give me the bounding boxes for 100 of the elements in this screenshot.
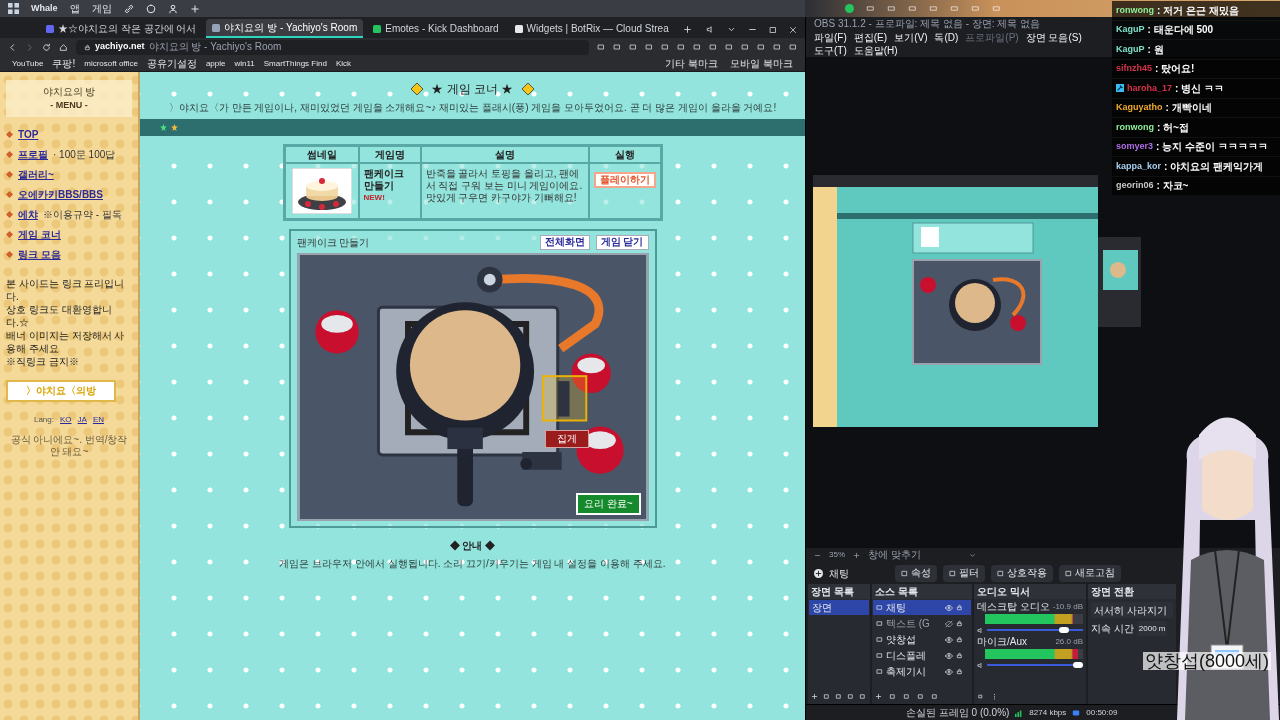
eye-icon[interactable] [945, 667, 953, 676]
chat-username: ronwong [1116, 120, 1154, 134]
taskbar-item[interactable]: 게임 [91, 3, 112, 14]
menu-link[interactable]: 에챠 [18, 207, 38, 222]
selected-source-name: 채팅 [829, 566, 850, 581]
menu-item[interactable]: 파일(F) [814, 31, 847, 44]
transition-select[interactable]: 서서히 사라지기 [1091, 602, 1173, 618]
back-icon[interactable] [8, 42, 17, 52]
add-icon[interactable] [811, 693, 818, 700]
slider-thumb[interactable] [1073, 662, 1083, 668]
panel-button[interactable]: 게임 닫기 [595, 234, 649, 250]
bookmark-link[interactable]: Kick [335, 59, 352, 68]
speaker-icon[interactable] [977, 661, 984, 669]
page-intro: 〉야치요〈가 만든 게임이나, 재미있었던 게임을 소개해요~♪ 재미있는 플래시(풍) 게임을 모아두었어요. 곧 더 많은 게임이 올라올 거예요! [167, 101, 778, 114]
bookmark-folder[interactable]: 기타 북마크 [665, 58, 719, 69]
bookmark-link[interactable]: YouTube [12, 59, 44, 68]
clock-icon[interactable] [145, 3, 156, 14]
menu-item[interactable]: 장면 모음(S) [1025, 31, 1082, 44]
lock-icon[interactable] [956, 668, 963, 675]
toolbar-button[interactable]: 필터 [943, 564, 985, 582]
globe-icon [814, 568, 823, 578]
lang-link[interactable]: JA [77, 413, 87, 426]
avatar-caption: 얏창섭(8000세) [1143, 652, 1272, 670]
chevron-down-icon[interactable] [727, 25, 736, 34]
update-icon[interactable] [845, 4, 854, 13]
new-tab-icon[interactable] [682, 25, 692, 34]
menu-link[interactable]: 갤러리~ [18, 167, 54, 182]
browser-tab[interactable]: Emotes - Kick Dashboard [367, 19, 505, 38]
address-field[interactable]: yachiyo.net 야치요의 방 - Yachiyo's Room [76, 39, 589, 55]
duration-field[interactable]: 2000 m [1136, 621, 1168, 636]
source-item[interactable]: 축제기시 [873, 664, 971, 679]
lock-icon[interactable] [956, 604, 963, 611]
browser-tab[interactable]: Widgets | BotRix — Cloud Strea [508, 19, 675, 38]
source-item[interactable]: 채팅 [873, 600, 971, 615]
bookmark-link[interactable]: 공유기설정 [146, 58, 197, 69]
bookmark-link[interactable]: microsoft office [84, 59, 138, 68]
lang-link[interactable]: EN [92, 413, 105, 426]
source-item[interactable]: 디스플레 [873, 648, 971, 663]
maximize-icon[interactable] [769, 25, 777, 34]
star-icon [171, 124, 178, 131]
url-domain: yachiyo.net [95, 40, 145, 54]
menu-link[interactable]: TOP [18, 127, 39, 142]
menu-link[interactable]: 오에카키BBS/BBS [18, 187, 103, 202]
chat-username: Kaguyatho [1116, 101, 1163, 114]
add-icon[interactable] [875, 693, 882, 700]
source-item[interactable]: 얏창섭 [873, 632, 971, 647]
toolbar-button[interactable]: 상호작용 [991, 564, 1053, 582]
menu-item[interactable]: 독(D) [934, 31, 959, 44]
menu-link[interactable]: 프로필 [18, 147, 48, 162]
diamond-icon [6, 171, 13, 178]
user-icon[interactable] [167, 3, 178, 14]
source-name: 디스플레 [886, 649, 927, 663]
menu-item[interactable]: 도구(T) [814, 44, 847, 57]
lock-icon[interactable] [956, 636, 963, 643]
menu-item[interactable]: 도움말(H) [853, 44, 898, 57]
browser-tab[interactable]: ★☆야치요의 작은 공간에 어서 [40, 19, 203, 38]
zoom-in-icon[interactable] [853, 551, 860, 559]
channel-reading: -10.9 dB [1052, 603, 1083, 611]
speaker-icon[interactable] [706, 25, 715, 34]
fit-button[interactable]: 창에 맞추기 [868, 550, 921, 560]
bookmark-folder[interactable]: 모바일 북마크 [730, 58, 793, 69]
toolbar-button[interactable]: 새로고침 [1059, 564, 1121, 582]
dropdown-icon[interactable] [968, 551, 976, 559]
plus-icon[interactable] [189, 3, 200, 14]
toolbar-button[interactable]: 속성 [895, 564, 937, 582]
home-icon[interactable] [59, 42, 68, 52]
game-canvas-drawing[interactable] [298, 255, 647, 519]
menu-item[interactable]: 편집(E) [853, 31, 888, 44]
lock-icon[interactable] [956, 620, 963, 627]
taskbar-item[interactable]: 앱 [69, 3, 80, 14]
menu-link[interactable]: 링크 모음 [18, 247, 61, 262]
game-name[interactable]: 팬케이크 만들기 [363, 168, 416, 192]
lang-link[interactable]: KO [60, 413, 72, 426]
chat-username: ronwong [1116, 3, 1154, 17]
eye-icon[interactable] [945, 603, 953, 612]
column-header: 썸네일 [284, 146, 359, 163]
start-icon[interactable] [8, 3, 19, 14]
bookmark-link[interactable]: 쿠팡! [52, 58, 76, 69]
eye-hidden-icon[interactable] [945, 619, 953, 628]
reload-icon[interactable] [42, 42, 51, 52]
source-item[interactable]: 텍스트 (G [873, 616, 971, 631]
menu-item[interactable]: 보기(V) [894, 31, 928, 44]
panel-button[interactable]: 전체화면 [539, 234, 590, 250]
slider-thumb[interactable] [1058, 627, 1069, 633]
bookmark-link[interactable]: SmartThings Find [263, 59, 327, 68]
bitrate: 8274 kbps [1029, 706, 1067, 719]
browser-tab[interactable]: 야치요의 방 - Yachiyo's Room [206, 19, 364, 38]
play-button[interactable]: 플레이하기 [593, 172, 656, 188]
eye-icon[interactable] [945, 635, 953, 644]
close-icon[interactable] [789, 25, 797, 34]
speaker-icon[interactable] [977, 626, 984, 634]
bookmark-link[interactable]: win11 [234, 59, 255, 68]
lock-icon[interactable] [956, 652, 963, 659]
bookmark-link[interactable]: apple [205, 59, 226, 68]
cook-done-button[interactable]: 요리 완료~ [575, 493, 641, 515]
menu-link[interactable]: 게임 코너 [18, 227, 61, 242]
eye-icon[interactable] [945, 651, 953, 660]
chat-username: somyer3 [1116, 140, 1154, 153]
scene-item[interactable]: 장면 [809, 600, 869, 615]
link-icon[interactable] [123, 3, 134, 14]
